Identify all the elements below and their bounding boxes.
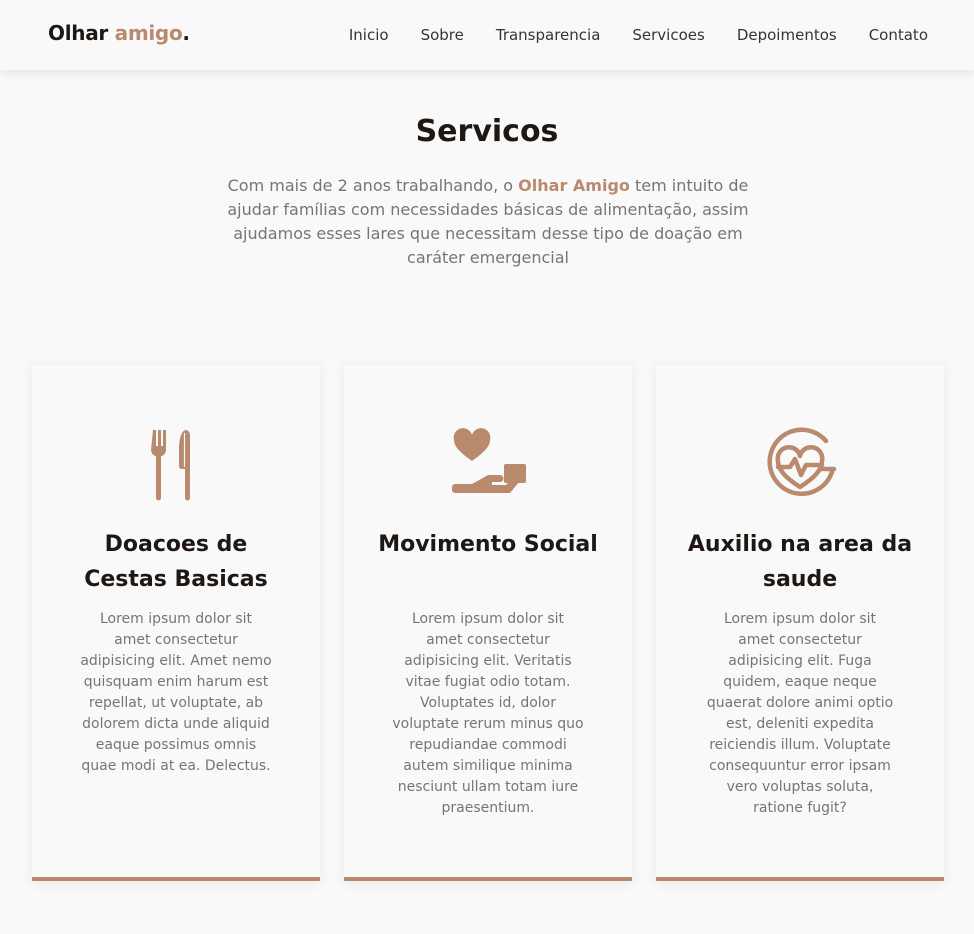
site-logo[interactable]: Olhar amigo. [48,21,190,45]
nav-item-servicoes: Servicoes [632,25,704,44]
fork-knife-icon [151,430,190,501]
nav-item-contato: Contato [869,25,928,44]
nav-link-sobre[interactable]: Sobre [421,26,464,44]
nav-item-depoimentos: Depoimentos [737,25,837,44]
card-text-movimento: Lorem ipsum dolor sit amet consectetur a… [392,611,584,816]
nav-link-inicio[interactable]: Inicio [349,26,389,44]
nav-link-transparencia[interactable]: Transparencia [496,26,601,44]
services-intro: Com mais de 2 anos trabalhando, o Olhar … [222,174,754,270]
logo-accent-text: amigo [114,21,183,45]
nav-item-inicio: Inicio [349,25,389,44]
main-nav: Inicio Sobre Transparencia Servicoes Dep… [349,25,928,44]
intro-brand-name: Olhar Amigo [518,176,630,195]
nav-item-sobre: Sobre [421,25,464,44]
site-header: Olhar amigo. Inicio Sobre Transparencia … [0,0,974,70]
nav-link-depoimentos[interactable]: Depoimentos [737,26,837,44]
card-text-saude: Lorem ipsum dolor sit amet consectetur a… [706,611,894,816]
nav-link-contato[interactable]: Contato [869,26,928,44]
card-title-cestas: Doacoes de Cestas Basicas [84,532,268,592]
service-card-saude: Auxilio na area da saude Lorem ipsum dol… [656,365,944,881]
card-title-saude: Auxilio na area da saude [687,532,913,592]
nav-link-servicoes[interactable]: Servicoes [632,26,704,44]
service-card-cestas: Doacoes de Cestas Basicas Lorem ipsum do… [32,365,320,881]
logo-dot: . [182,21,190,45]
nav-item-transparencia: Transparencia [496,25,601,44]
heart-pulse-icon [767,427,837,496]
card-text-cestas: Lorem ipsum dolor sit amet consectetur a… [80,611,272,774]
services-title: Servicos [415,114,559,149]
intro-text-start: Com mais de 2 anos trabalhando, o [227,176,519,195]
service-card-movimento: Movimento Social Lorem ipsum dolor sit a… [344,365,632,881]
heart-hand-icon [452,428,526,493]
logo-main-text: Olhar [48,21,108,45]
card-title-movimento: Movimento Social [378,532,598,557]
